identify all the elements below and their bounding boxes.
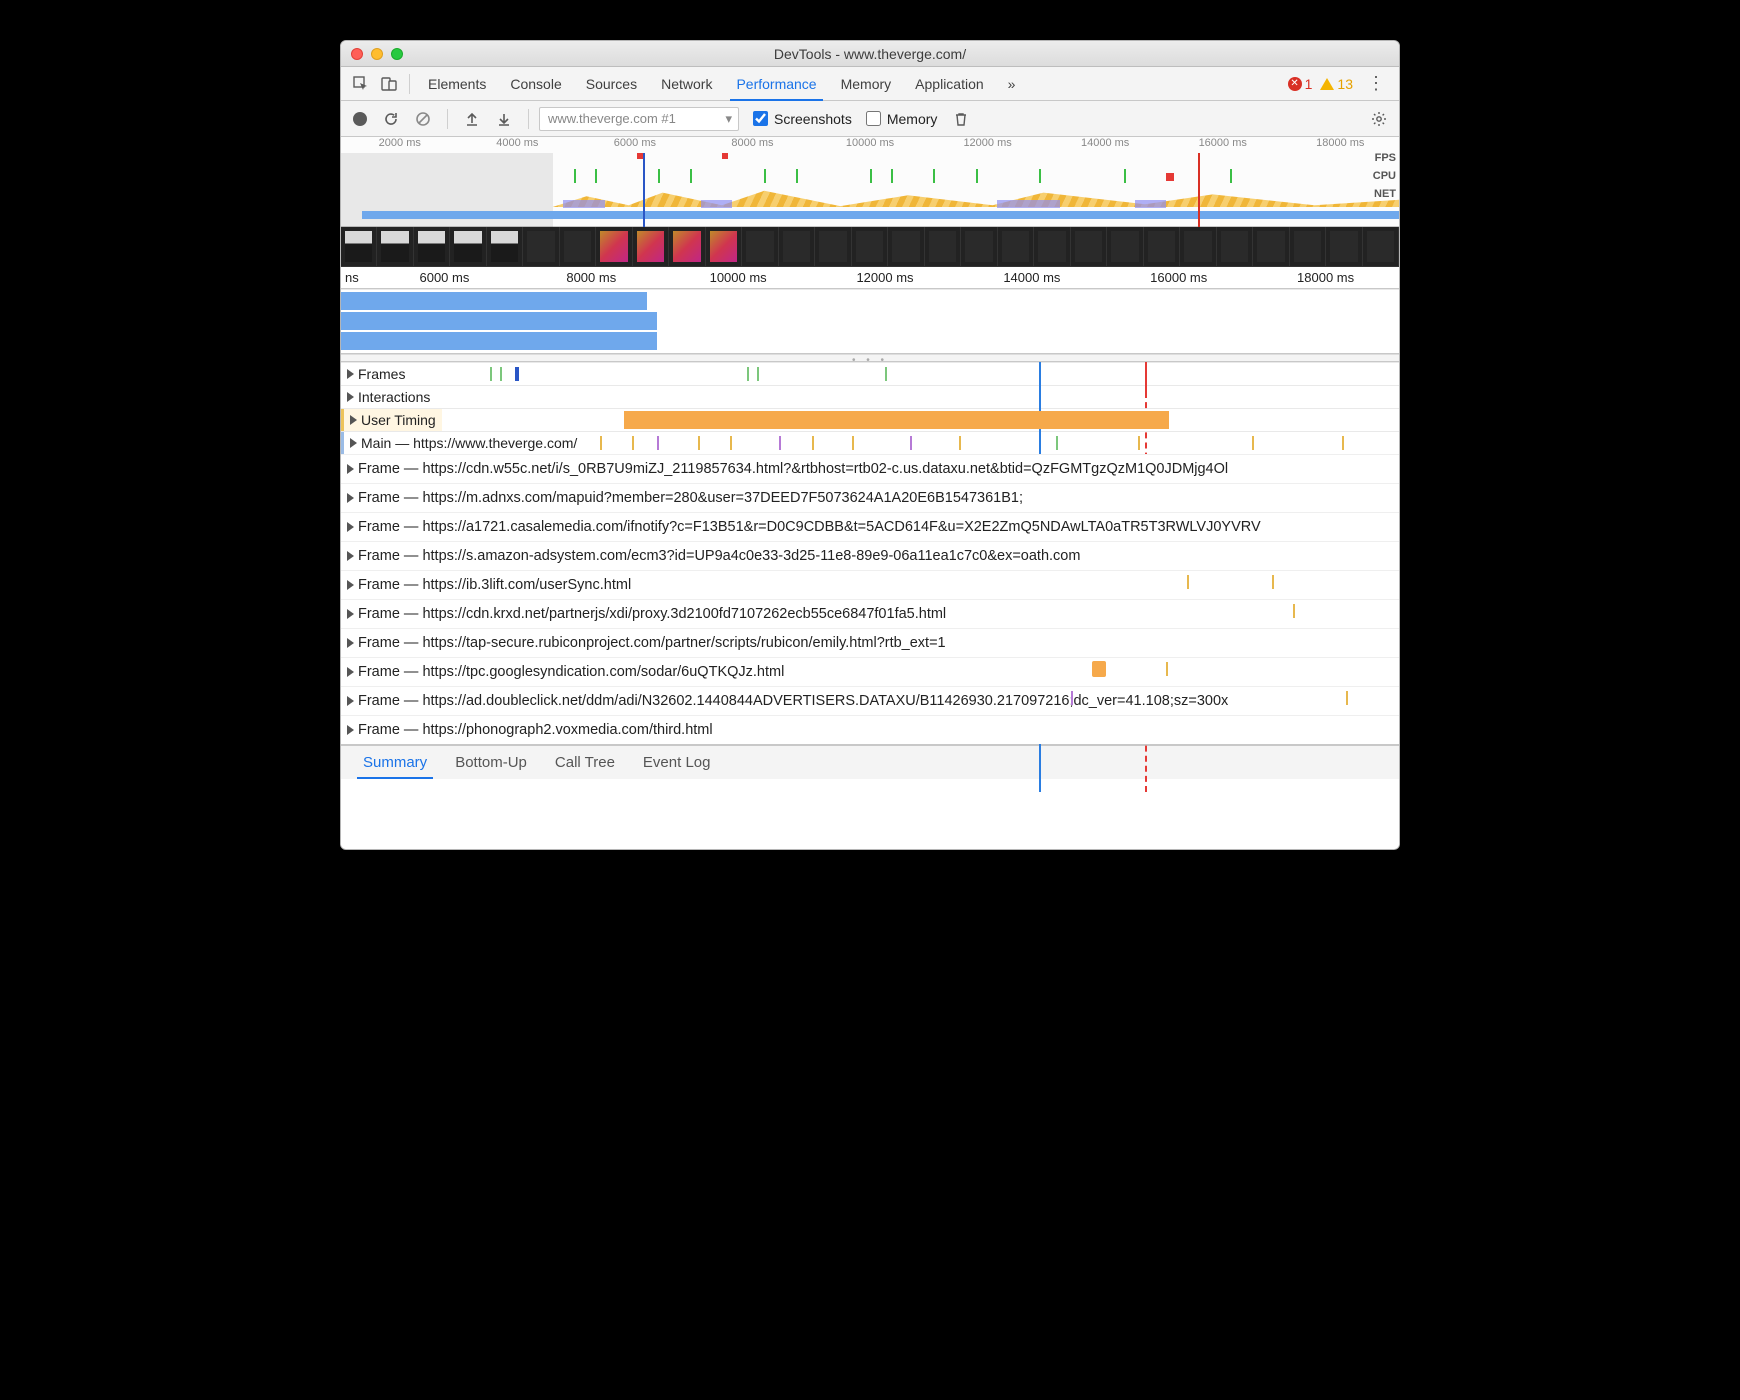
tab-application[interactable]: Application <box>903 67 996 101</box>
tab-sources[interactable]: Sources <box>574 67 649 101</box>
track-frames[interactable]: Frames <box>341 363 411 385</box>
download-icon[interactable] <box>490 105 518 133</box>
gear-icon[interactable] <box>1365 111 1393 127</box>
chevron-down-icon: ▾ <box>725 111 732 127</box>
frame-row[interactable]: Frame — https://tap-secure.rubiconprojec… <box>341 628 1399 657</box>
memory-checkbox[interactable]: Memory <box>866 111 938 127</box>
frame-row[interactable]: Frame — https://m.adnxs.com/mapuid?membe… <box>341 483 1399 512</box>
maximize-window-button[interactable] <box>391 48 403 60</box>
track-interactions[interactable]: Interactions <box>341 386 436 408</box>
tab-elements[interactable]: Elements <box>416 67 498 101</box>
close-window-button[interactable] <box>351 48 363 60</box>
btab-summary[interactable]: Summary <box>349 746 441 779</box>
frame-row[interactable]: Frame — https://phonograph2.voxmedia.com… <box>341 715 1399 744</box>
frame-row[interactable]: Frame — https://cdn.w55c.net/i/s_0RB7U9m… <box>341 454 1399 483</box>
upload-icon[interactable] <box>458 105 486 133</box>
track-main[interactable]: Main — https://www.theverge.com/ <box>341 432 583 454</box>
screenshots-checkbox[interactable]: Screenshots <box>753 111 852 127</box>
error-count[interactable]: ✕ 1 <box>1288 76 1313 92</box>
selection-end[interactable] <box>1198 153 1200 227</box>
flamechart-tracks: Network <box>341 289 1399 354</box>
record-button[interactable] <box>353 112 367 126</box>
track-user-timing[interactable]: User Timing <box>341 409 442 431</box>
selection-start[interactable] <box>643 153 645 227</box>
frame-row[interactable]: Frame — https://tpc.googlesyndication.co… <box>341 657 1399 686</box>
detail-ruler: ns 6000 ms8000 ms10000 ms 12000 ms14000 … <box>341 267 1399 289</box>
frame-list: Frame — https://cdn.w55c.net/i/s_0RB7U9m… <box>341 454 1399 744</box>
frame-row[interactable]: Frame — https://ad.doubleclick.net/ddm/a… <box>341 686 1399 715</box>
tab-network[interactable]: Network <box>649 67 724 101</box>
panel-tabs: Elements Console Sources Network Perform… <box>341 67 1399 101</box>
reload-icon[interactable] <box>377 105 405 133</box>
tab-console[interactable]: Console <box>498 67 573 101</box>
devtools-window: DevTools - www.theverge.com/ Elements Co… <box>340 40 1400 850</box>
details-tabs: Summary Bottom-Up Call Tree Event Log <box>341 745 1399 779</box>
recording-select[interactable]: www.theverge.com #1 ▾ <box>539 107 739 131</box>
warning-icon <box>1320 78 1334 90</box>
frame-row[interactable]: Frame — https://ib.3lift.com/userSync.ht… <box>341 570 1399 599</box>
screenshot-filmstrip[interactable] <box>341 227 1399 267</box>
cpu-graph <box>553 189 1399 207</box>
btab-bottom-up[interactable]: Bottom-Up <box>441 746 541 779</box>
window-title: DevTools - www.theverge.com/ <box>341 46 1399 62</box>
fps-label: FPS <box>1373 149 1396 167</box>
disclosure-icon <box>347 369 354 379</box>
overview-timeline[interactable]: 2000 ms4000 ms 6000 ms8000 ms 10000 ms12… <box>341 137 1399 227</box>
minimize-window-button[interactable] <box>371 48 383 60</box>
overview-ruler: 2000 ms4000 ms 6000 ms8000 ms 10000 ms12… <box>341 137 1399 153</box>
tab-performance[interactable]: Performance <box>724 67 828 101</box>
user-timing-bar[interactable] <box>624 411 1170 429</box>
clear-icon[interactable] <box>409 105 437 133</box>
performance-toolbar: www.theverge.com #1 ▾ Screenshots Memory <box>341 101 1399 137</box>
settings-menu-icon[interactable]: ⋮ <box>1359 73 1393 94</box>
net-label: NET <box>1373 185 1396 203</box>
warning-count[interactable]: 13 <box>1320 76 1353 92</box>
btab-event-log[interactable]: Event Log <box>629 746 725 779</box>
btab-call-tree[interactable]: Call Tree <box>541 746 629 779</box>
error-icon: ✕ <box>1288 77 1302 91</box>
frame-row[interactable]: Frame — https://a1721.casalemedia.com/if… <box>341 512 1399 541</box>
details-pane <box>341 779 1399 849</box>
inspect-element-icon[interactable] <box>347 70 375 98</box>
more-tabs-button[interactable]: » <box>996 67 1028 101</box>
trash-icon[interactable] <box>947 105 975 133</box>
frame-row[interactable]: Frame — https://cdn.krxd.net/partnerjs/x… <box>341 599 1399 628</box>
tab-memory[interactable]: Memory <box>829 67 904 101</box>
window-controls <box>341 48 403 60</box>
frame-row[interactable]: Frame — https://s.amazon-adsystem.com/ec… <box>341 541 1399 570</box>
cpu-label: CPU <box>1373 167 1396 185</box>
resize-handle[interactable]: • • • <box>341 354 1399 362</box>
titlebar: DevTools - www.theverge.com/ <box>341 41 1399 67</box>
device-toolbar-icon[interactable] <box>375 70 403 98</box>
